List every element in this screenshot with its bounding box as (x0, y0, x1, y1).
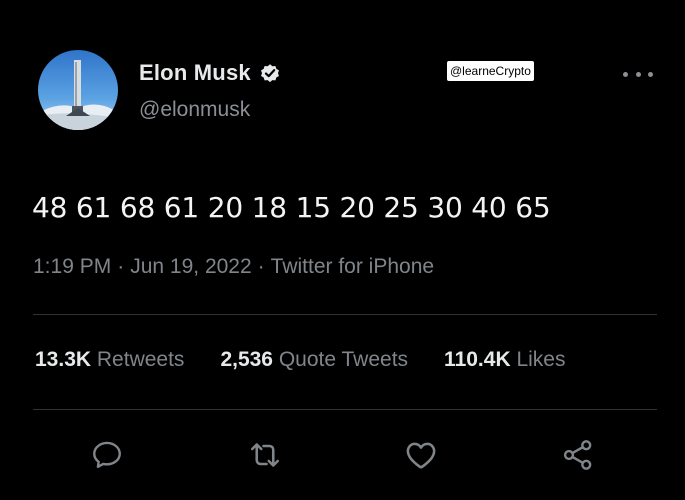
stat-label: Quote Tweets (278, 348, 409, 371)
tweet-source[interactable]: Twitter for iPhone (271, 255, 434, 278)
display-name[interactable]: Elon Musk (139, 60, 251, 86)
retweet-button[interactable] (240, 430, 290, 480)
watermark-label: @learneCrypto (447, 61, 534, 81)
stat-value: 13.3K (35, 348, 92, 371)
quote-tweets-stat[interactable]: 2,536 Quote Tweets (220, 348, 408, 372)
tweet-timestamp-row: 1:19 PM · Jun 19, 2022 · Twitter for iPhone (33, 255, 434, 279)
more-dot-icon (648, 71, 653, 77)
stat-value: 2,536 (220, 348, 273, 371)
avatar[interactable] (38, 50, 118, 130)
action-bar (0, 430, 685, 480)
tweet-time[interactable]: 1:19 PM (33, 255, 111, 278)
author-name-row[interactable]: Elon Musk (139, 60, 281, 86)
meta-separator: · (117, 255, 125, 278)
meta-separator: · (257, 255, 265, 278)
divider (33, 409, 657, 410)
tweet-text: 48 61 68 61 20 18 15 20 25 30 40 65 (32, 191, 551, 224)
heart-icon (406, 442, 436, 469)
share-button[interactable] (553, 430, 603, 480)
divider (33, 314, 657, 315)
stat-label: Retweets (96, 348, 185, 371)
more-options-button[interactable] (623, 66, 653, 82)
more-dot-icon (623, 71, 628, 77)
share-nodes-icon (563, 440, 592, 470)
speech-bubble-icon (93, 441, 121, 468)
verified-badge-icon (259, 62, 281, 84)
rocket-launch-photo (38, 50, 118, 130)
more-dot-icon (635, 71, 641, 77)
engagement-stats: 13.3K Retweets 2,536 Quote Tweets 110.4K… (35, 348, 565, 372)
reply-button[interactable] (82, 430, 132, 480)
like-button[interactable] (396, 430, 446, 480)
retweets-stat[interactable]: 13.3K Retweets (35, 348, 184, 372)
stat-value: 110.4K (444, 348, 511, 371)
stat-label: Likes (516, 348, 566, 371)
retweet-arrows-icon (250, 443, 280, 467)
tweet-date[interactable]: Jun 19, 2022 (130, 255, 251, 278)
author-handle[interactable]: @elonmusk (139, 98, 250, 122)
likes-stat[interactable]: 110.4K Likes (444, 348, 565, 372)
